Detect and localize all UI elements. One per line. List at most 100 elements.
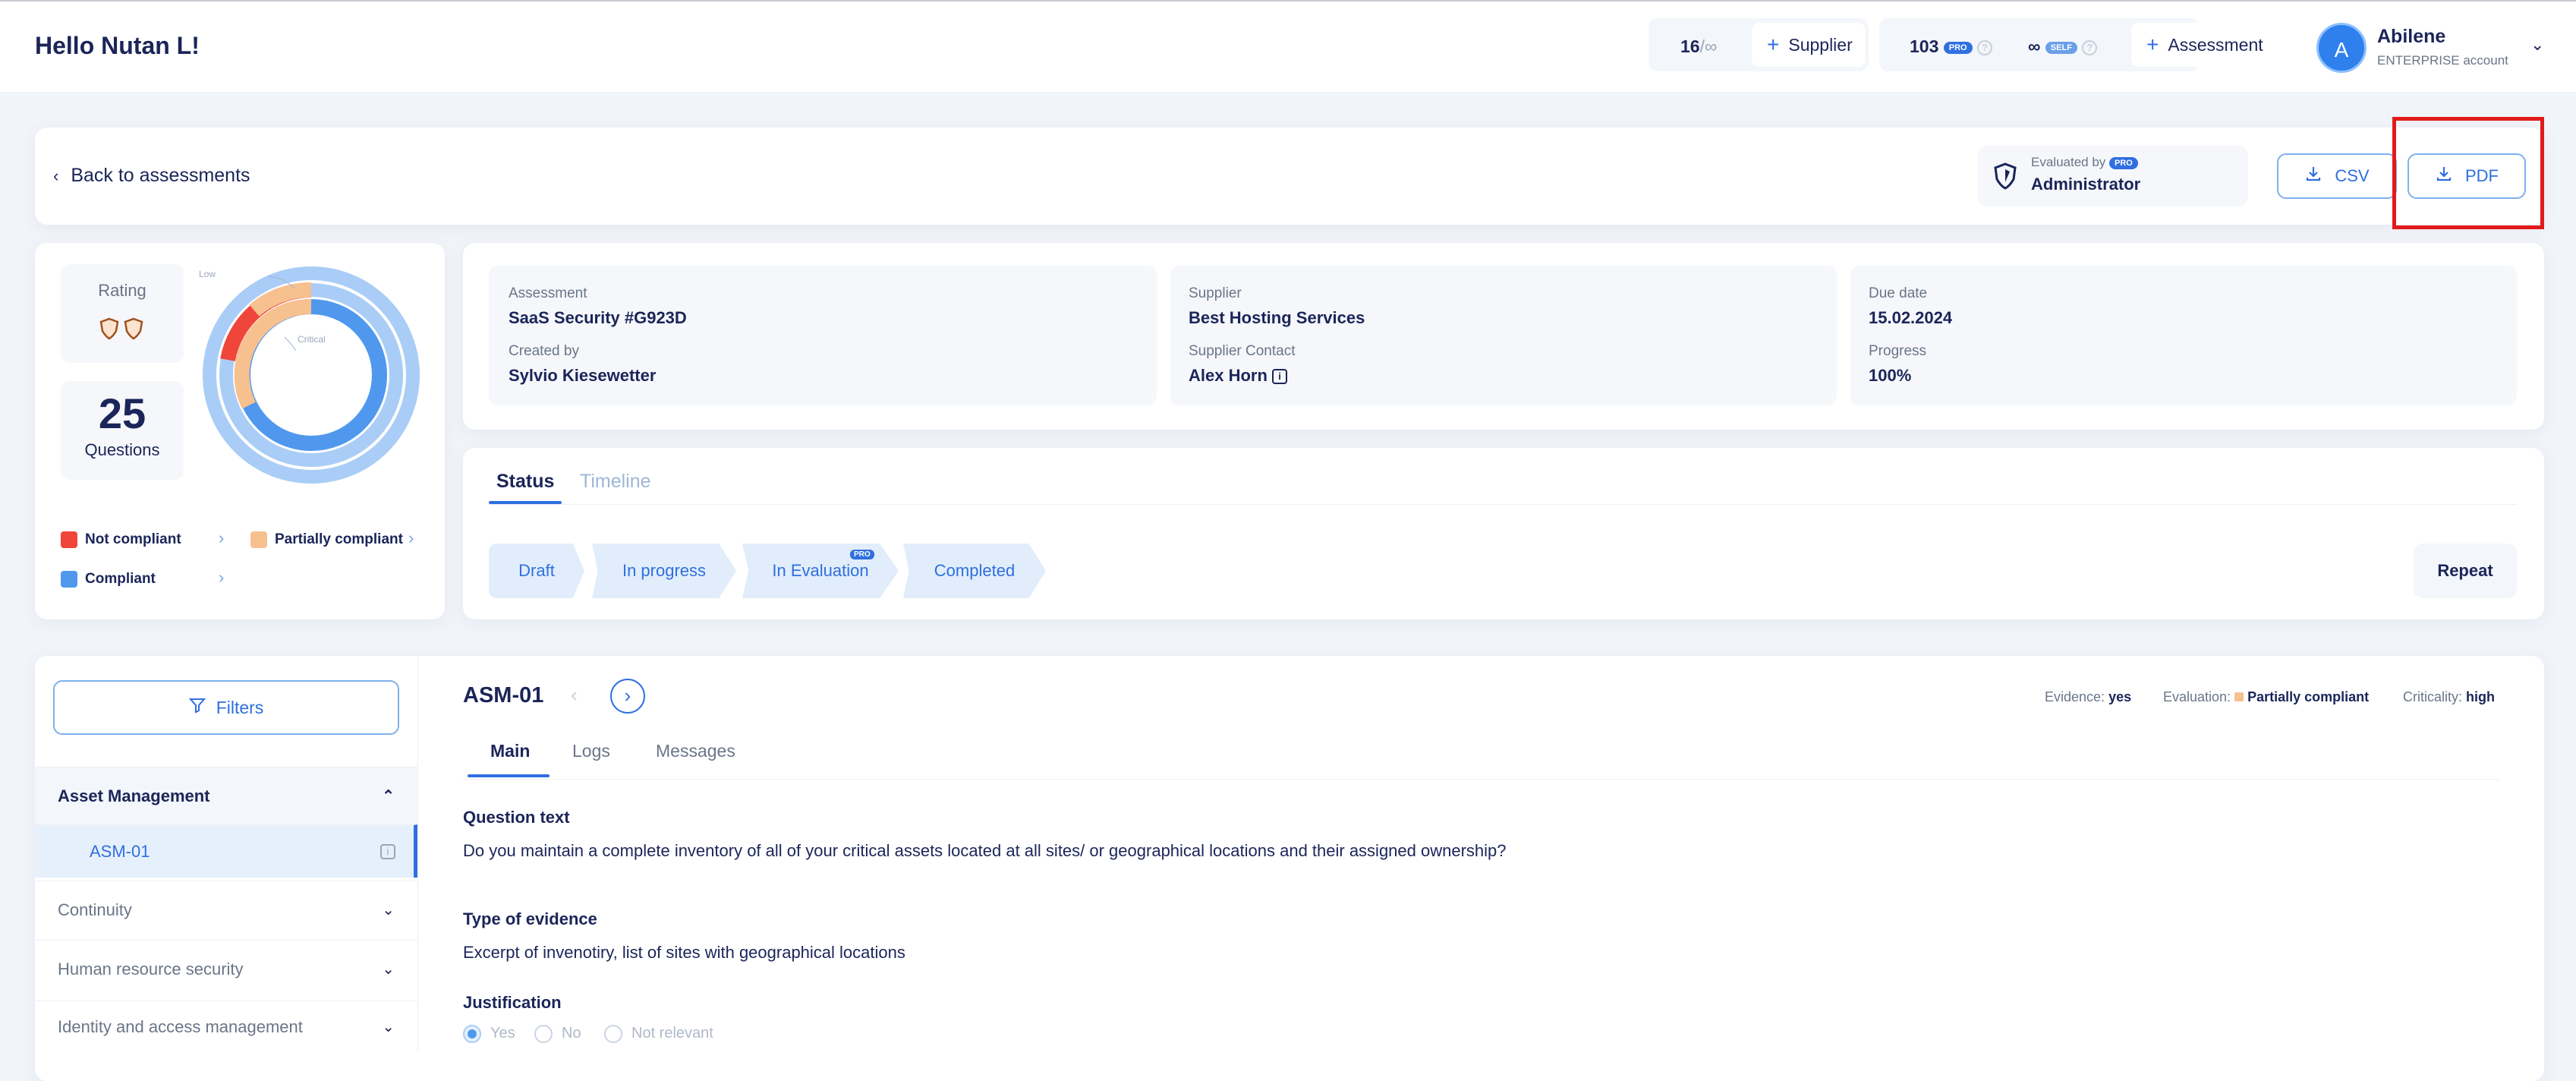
questions-label: Questions	[84, 440, 160, 459]
greeting: Hello Nutan L!	[35, 32, 200, 59]
sidebar-section-human-resource-security[interactable]: Human resource security ⌄	[35, 940, 417, 997]
question-id: ASM-01	[463, 683, 544, 708]
help-icon: ?	[2082, 39, 2098, 55]
next-question-icon[interactable]: ›	[610, 679, 645, 714]
evaluation-swatch	[2234, 692, 2244, 701]
shield-icon	[1993, 162, 2017, 194]
rating-box	[61, 264, 184, 363]
user-plan: ENTERPRISE account	[2377, 53, 2508, 68]
question-text: Do you maintain a complete inventory of …	[463, 841, 1507, 860]
step-completed: Completed	[903, 544, 1046, 598]
chevron-down-icon: ⌄	[382, 902, 395, 919]
sidebar-section-asset-management[interactable]: Asset Management ⌃	[35, 767, 417, 824]
radio-not-relevant[interactable]	[604, 1025, 622, 1043]
evidence-meta: Evidence: yes	[2045, 689, 2132, 704]
chevron-right-icon[interactable]: ›	[408, 528, 414, 548]
assessment-value: SaaS Security #G923D	[509, 308, 687, 327]
assessment-label: Assessment	[509, 285, 587, 301]
step-in-progress: In progress	[592, 544, 736, 598]
created-by-value: Sylvio Kiesewetter	[509, 366, 657, 385]
chevron-down-icon: ⌄	[382, 961, 395, 978]
supplier-contact-label: Supplier Contact	[1189, 343, 1296, 359]
self-count: ∞ SELF ?	[2028, 36, 2098, 57]
step-pro-badge: PRO	[850, 550, 874, 559]
top-bar: Hello Nutan L! 16/∞ + Supplier 103 PRO ? …	[0, 0, 2576, 93]
sidebar-section-continuity[interactable]: Continuity ⌄	[35, 881, 417, 938]
download-icon	[2304, 165, 2322, 188]
sidebar-section-identity-access[interactable]: Identity and access management ⌄	[35, 1001, 417, 1052]
due-date-value: 15.02.2024	[1869, 308, 1953, 327]
add-assessment-button[interactable]: + Assessment	[2131, 23, 2292, 67]
sidebar-divider	[417, 656, 418, 1052]
tab-messages[interactable]: Messages	[656, 741, 735, 761]
avatar[interactable]: A	[2316, 23, 2367, 73]
supplier-contact-value: Alex Horn i	[1189, 366, 1288, 386]
compliance-donut-chart	[203, 266, 420, 484]
chevron-down-icon[interactable]: ⌄	[2530, 35, 2544, 55]
legend-swatch	[250, 531, 267, 548]
radio-yes[interactable]	[463, 1025, 481, 1043]
chevron-down-icon: ⌄	[382, 1019, 395, 1035]
filter-icon	[188, 697, 206, 718]
rating-shield-icons	[99, 317, 147, 344]
csv-download-button[interactable]: CSV	[2277, 153, 2397, 199]
legend-partially-compliant[interactable]: Partially compliant	[250, 531, 403, 548]
sidebar-item-asm-01[interactable]: ASM-01 i	[35, 824, 417, 878]
radio-yes-label: Yes	[490, 1025, 515, 1042]
info-icon[interactable]: i	[1272, 369, 1288, 385]
supplier-count: 16/∞	[1680, 36, 1718, 56]
chart-label-critical: Critical	[298, 334, 326, 345]
step-in-evaluation: In Evaluation	[742, 544, 899, 598]
rating-label: Rating	[98, 281, 146, 300]
progress-label: Progress	[1869, 343, 1927, 359]
filters-button[interactable]: Filters	[53, 680, 399, 735]
tab-timeline[interactable]: Timeline	[580, 471, 651, 493]
plus-icon: +	[2146, 33, 2159, 56]
questions-count: 25	[98, 389, 146, 437]
chevron-right-icon[interactable]: ›	[219, 568, 224, 588]
legend-swatch	[61, 571, 77, 588]
evaluated-by-label: Evaluated by PRO	[2031, 155, 2138, 170]
radio-no[interactable]	[534, 1025, 553, 1043]
progress-value: 100%	[1869, 366, 1912, 385]
justification-label: Justification	[463, 993, 562, 1012]
question-text-label: Question text	[463, 808, 570, 827]
prev-question-icon[interactable]: ‹	[571, 683, 578, 707]
tab-underline	[468, 774, 550, 777]
self-badge: SELF	[2045, 41, 2077, 54]
user-name: Abilene	[2377, 26, 2446, 47]
legend-compliant[interactable]: Compliant	[61, 571, 156, 588]
tab-status[interactable]: Status	[496, 471, 554, 493]
evaluator-name: Administrator	[2031, 175, 2141, 194]
radio-not-relevant-label: Not relevant	[631, 1025, 713, 1042]
repeat-button[interactable]: Repeat	[2414, 544, 2517, 598]
back-link[interactable]: ‹ Back to assessments	[53, 165, 250, 187]
due-date-info-box	[1850, 266, 2517, 405]
tab-divider	[463, 779, 2499, 780]
pro-badge: PRO	[1943, 41, 1973, 54]
tab-main[interactable]: Main	[490, 741, 530, 761]
evidence-type-label: Type of evidence	[463, 909, 597, 928]
pro-count: 103 PRO ?	[1910, 36, 1992, 57]
info-icon: i	[380, 843, 395, 859]
radio-no-label: No	[562, 1025, 581, 1042]
step-draft: Draft	[489, 544, 584, 598]
chevron-up-icon: ⌃	[382, 788, 395, 805]
chevron-right-icon[interactable]: ›	[219, 528, 224, 548]
legend-not-compliant[interactable]: Not compliant	[61, 531, 181, 548]
add-supplier-button[interactable]: + Supplier	[1752, 23, 1866, 67]
help-icon: ?	[1977, 39, 1992, 55]
due-date-label: Due date	[1869, 285, 1928, 301]
highlight-box	[2392, 117, 2544, 229]
legend-swatch	[61, 531, 77, 548]
chevron-left-icon: ‹	[53, 165, 59, 185]
criticality-meta: Criticality: high	[2403, 689, 2496, 704]
created-by-label: Created by	[509, 343, 579, 359]
evidence-type: Excerpt of invenotiry, list of sites wit…	[463, 943, 905, 962]
plus-icon: +	[1767, 33, 1780, 56]
chart-label-low: Low	[199, 269, 216, 279]
evaluation-meta: Evaluation: Partially compliant	[2163, 689, 2370, 704]
tab-logs[interactable]: Logs	[572, 741, 610, 761]
supplier-label: Supplier	[1189, 285, 1242, 301]
supplier-value: Best Hosting Services	[1189, 308, 1365, 327]
